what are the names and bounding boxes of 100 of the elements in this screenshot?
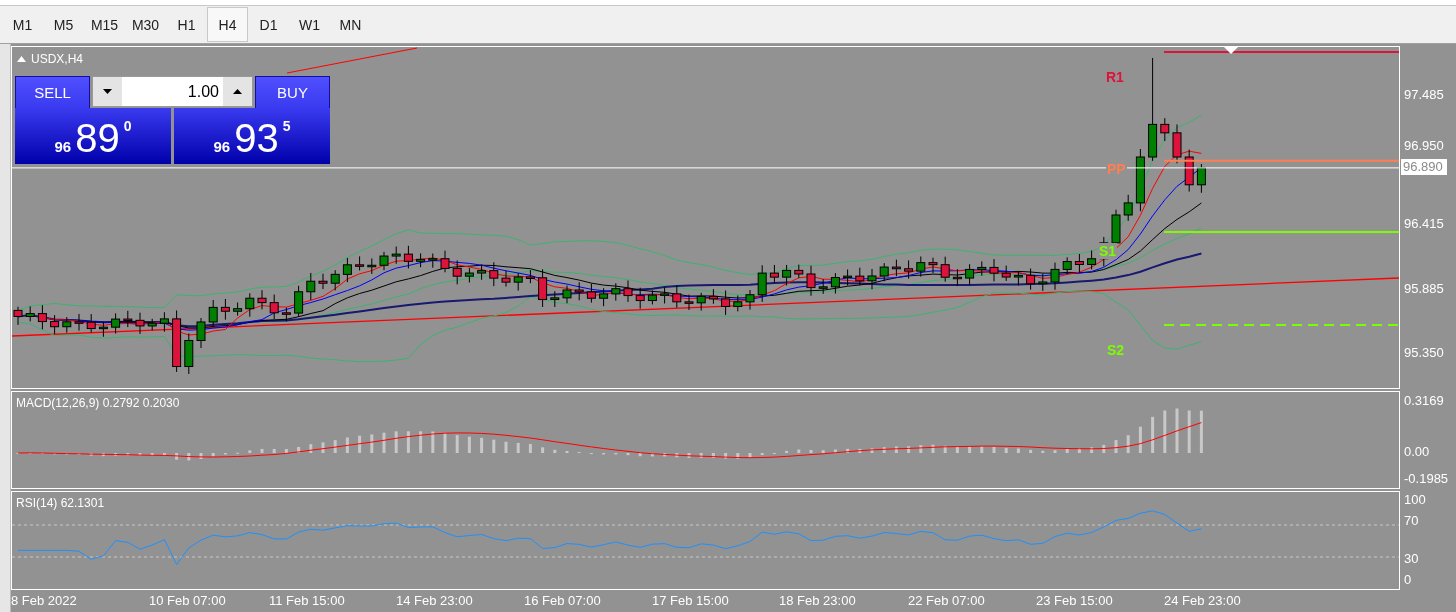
histogram-bar xyxy=(650,453,654,457)
histogram-bar xyxy=(1065,448,1069,453)
rsi-label: RSI(14) 62.1301 xyxy=(16,496,105,510)
price-suffix: 0 xyxy=(123,118,132,134)
pivot-label: S2 xyxy=(1106,342,1126,358)
histogram-bar xyxy=(809,449,813,453)
timeframe-button[interactable]: M5 xyxy=(43,7,84,42)
timeframe-button[interactable]: H1 xyxy=(166,7,207,42)
histogram-bar xyxy=(89,453,93,456)
timeframe-button[interactable]: D1 xyxy=(248,7,289,42)
time-axis-label: 8 Feb 2022 xyxy=(11,593,77,608)
histogram-bar xyxy=(882,447,886,453)
histogram-bar xyxy=(480,437,484,453)
timeframe-button[interactable]: W1 xyxy=(289,7,330,42)
histogram-bar xyxy=(528,444,532,453)
histogram-bar xyxy=(1004,447,1008,453)
price-main: 93 xyxy=(234,118,279,158)
histogram-bar xyxy=(358,435,362,453)
histogram-bar xyxy=(309,444,313,453)
histogram-bar xyxy=(150,453,154,456)
histogram-bar xyxy=(1029,449,1033,453)
histogram-bar xyxy=(382,432,386,453)
timeframe-button[interactable]: M1 xyxy=(2,7,43,42)
time-axis-label: 22 Feb 07:00 xyxy=(908,593,985,608)
histogram-bar xyxy=(284,449,288,453)
histogram-bar xyxy=(443,432,447,453)
histogram-bar xyxy=(699,453,703,458)
histogram-bar xyxy=(833,449,837,453)
histogram-bar xyxy=(846,448,850,453)
histogram-bar xyxy=(1151,416,1155,453)
time-axis-label: 23 Feb 15:00 xyxy=(1036,593,1113,608)
histogram-bar xyxy=(162,453,166,456)
histogram-bar xyxy=(968,446,972,453)
price-prefix: 96 xyxy=(213,138,231,155)
histogram-bar xyxy=(1163,410,1167,453)
timeframe-button[interactable]: M30 xyxy=(125,7,166,42)
price-axis-label: 95.885 xyxy=(1404,281,1444,297)
price-prefix: 96 xyxy=(54,138,72,155)
histogram-bar xyxy=(1199,410,1203,453)
histogram-bar xyxy=(260,448,264,453)
histogram-bar xyxy=(797,449,801,453)
time-axis-label: 24 Feb 23:00 xyxy=(1164,593,1241,608)
price-main: 89 xyxy=(75,118,120,158)
histogram-bar xyxy=(943,445,947,453)
histogram-bar xyxy=(711,453,715,458)
buy-button[interactable]: BUY xyxy=(255,76,330,108)
chart-title: USDX,H4 xyxy=(31,52,83,66)
histogram-bar xyxy=(821,450,825,453)
histogram-bar xyxy=(126,453,130,456)
macd-axis-label: -0.1985 xyxy=(1404,471,1449,487)
histogram-bar xyxy=(492,439,496,453)
histogram-bar xyxy=(907,446,911,453)
histogram-bar xyxy=(1041,450,1045,453)
time-axis-label: 10 Feb 07:00 xyxy=(149,593,226,608)
histogram-bar xyxy=(980,446,984,453)
histogram-bar xyxy=(394,431,398,453)
pivot-label: S1 xyxy=(1098,243,1118,259)
histogram-bar xyxy=(553,449,557,453)
time-axis-label: 14 Feb 23:00 xyxy=(396,593,473,608)
collapse-icon[interactable] xyxy=(17,56,26,62)
histogram-bar xyxy=(187,453,191,461)
pivot-label: R1 xyxy=(1105,69,1125,85)
histogram-bar xyxy=(748,453,752,458)
histogram-bar xyxy=(114,453,118,456)
histogram-bar xyxy=(333,440,337,453)
timeframe-button[interactable]: M15 xyxy=(84,7,125,42)
histogram-bar xyxy=(931,444,935,453)
time-axis-label: 16 Feb 07:00 xyxy=(524,593,601,608)
histogram-bar xyxy=(858,448,862,453)
timeframe-button[interactable]: MN xyxy=(330,7,371,42)
timeframe-button[interactable]: H4 xyxy=(207,7,248,42)
histogram-bar xyxy=(1102,444,1106,453)
histogram-bar xyxy=(138,453,142,456)
histogram-bar xyxy=(992,447,996,453)
rsi-axis-label: 30 xyxy=(1404,551,1419,567)
histogram-bar xyxy=(211,453,215,457)
histogram-bar xyxy=(687,453,691,458)
histogram-bar xyxy=(419,431,423,453)
price-axis-label: 97.485 xyxy=(1404,87,1444,103)
price-suffix: 5 xyxy=(282,118,291,134)
histogram-bar xyxy=(321,442,325,453)
sell-button[interactable]: SELL xyxy=(15,76,90,108)
histogram-bar xyxy=(638,453,642,457)
price-axis-label: 96.950 xyxy=(1404,138,1444,154)
shift-marker-icon[interactable] xyxy=(1224,47,1238,54)
histogram-bar xyxy=(199,453,203,459)
time-axis-label: 17 Feb 15:00 xyxy=(652,593,729,608)
histogram-bar xyxy=(1138,426,1142,453)
histogram-bar xyxy=(870,448,874,453)
histogram-bar xyxy=(516,442,520,453)
time-axis-label: 11 Feb 15:00 xyxy=(269,593,345,608)
histogram-bar xyxy=(675,453,679,458)
histogram-bar xyxy=(345,437,349,453)
rsi-axis-label: 0 xyxy=(1404,572,1412,588)
histogram-bar xyxy=(504,441,508,453)
histogram-bar xyxy=(626,453,630,456)
histogram-bar xyxy=(1187,410,1191,453)
histogram-bar xyxy=(894,446,898,453)
time-axis-label: 18 Feb 23:00 xyxy=(779,593,856,608)
histogram-bar xyxy=(724,453,728,459)
